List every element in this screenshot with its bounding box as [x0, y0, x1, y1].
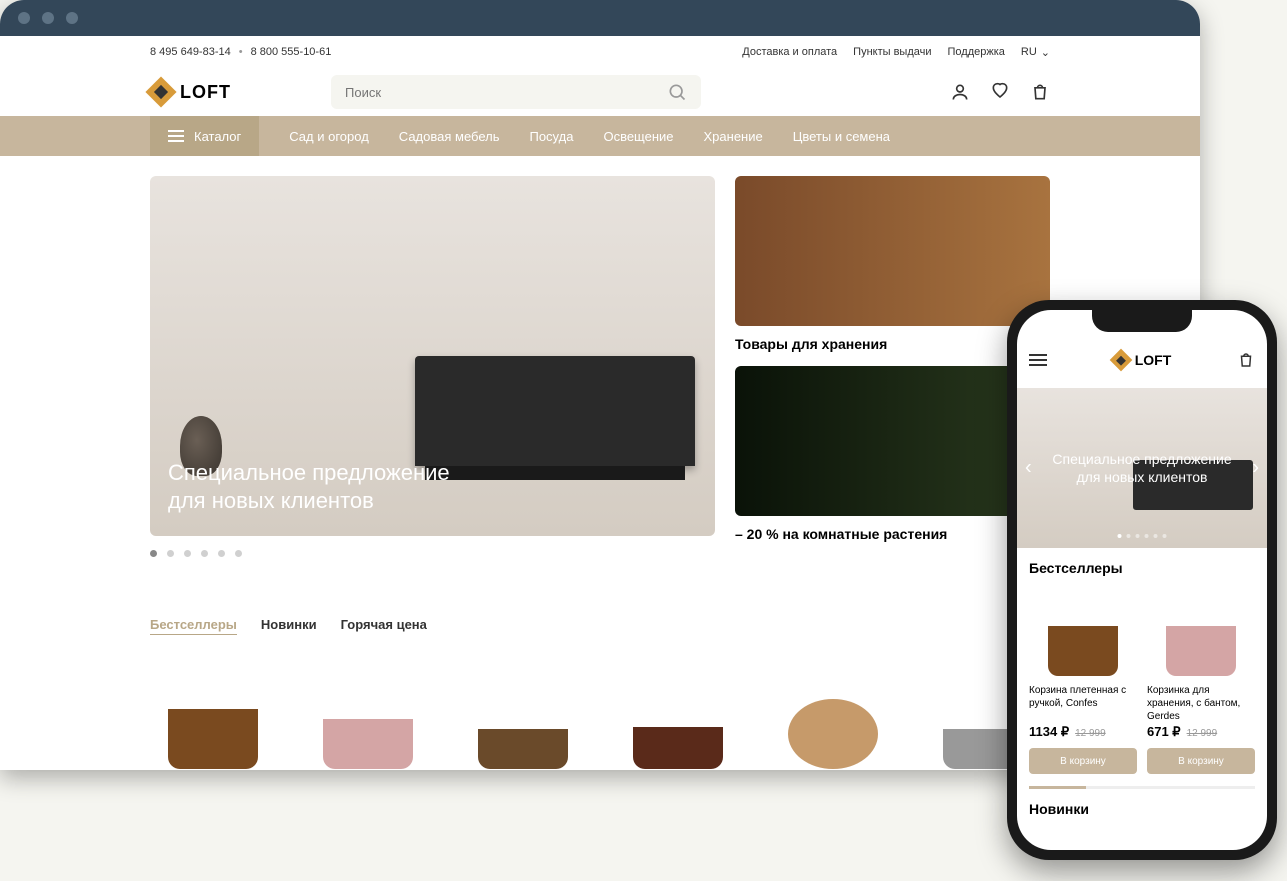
catalog-label: Каталог [194, 129, 241, 144]
logo-icon [1109, 349, 1132, 372]
hero-dot[interactable] [184, 550, 191, 557]
search-input[interactable] [345, 85, 667, 100]
mobile-cart-icon[interactable] [1237, 351, 1255, 369]
hero-dot[interactable] [150, 550, 157, 557]
mobile-section-title: Бестселлеры [1029, 560, 1255, 576]
hero-pagination [150, 550, 715, 557]
product-card[interactable] [460, 659, 585, 769]
search-icon[interactable] [667, 82, 687, 102]
hero-dot[interactable] [218, 550, 225, 557]
product-card[interactable] [770, 659, 895, 769]
hero-dot[interactable] [1136, 534, 1140, 538]
user-icon[interactable] [950, 82, 970, 102]
mobile-logo[interactable]: LOFT [1113, 352, 1172, 368]
brand-name: LOFT [1135, 352, 1172, 368]
cart-icon[interactable] [1030, 82, 1050, 102]
catalog-button[interactable]: Каталог [150, 116, 259, 156]
hero-dot[interactable] [1154, 534, 1158, 538]
promo-title: Товары для хранения [735, 336, 1050, 352]
logo-icon [145, 76, 176, 107]
nav-lighting[interactable]: Освещение [603, 129, 673, 144]
product-old-price: 12 999 [1075, 728, 1106, 739]
hero-dot[interactable] [1145, 534, 1149, 538]
nav-furniture[interactable]: Садовая мебель [399, 129, 500, 144]
hero-dot[interactable] [235, 550, 242, 557]
tab-hot-price[interactable]: Горячая цена [341, 617, 427, 635]
hero-banner[interactable]: Специальное предложение для новых клиент… [150, 176, 715, 536]
hero-dot[interactable] [201, 550, 208, 557]
hero-next-arrow[interactable]: › [1252, 457, 1259, 480]
mobile-menu-icon[interactable] [1029, 354, 1047, 366]
mobile-section-title-2: Новинки [1029, 801, 1255, 817]
window-minimize-dot[interactable] [42, 12, 54, 24]
promo-card-storage[interactable]: Товары для хранения [735, 176, 1050, 352]
tab-new[interactable]: Новинки [261, 617, 317, 635]
product-old-price: 12 999 [1187, 728, 1218, 739]
mobile-product-card[interactable]: Корзинка для хранения, с бантом, Gerdes … [1147, 586, 1255, 774]
heart-icon[interactable] [990, 82, 1010, 102]
window-close-dot[interactable] [18, 12, 30, 24]
support-link[interactable]: Поддержка [948, 46, 1005, 58]
chevron-down-icon: ⌄ [1041, 46, 1050, 59]
phone-mockup: LOFT ‹ Специальное предложение для новых… [1007, 300, 1277, 860]
hero-dot[interactable] [1118, 534, 1122, 538]
hamburger-icon [168, 130, 184, 142]
promo-image [735, 176, 1050, 326]
product-card[interactable] [150, 659, 275, 769]
mobile-hero[interactable]: ‹ Специальное предложение для новых клие… [1017, 388, 1267, 548]
language-selector[interactable]: RU ⌄ [1021, 46, 1050, 59]
mobile-hero-text: Специальное предложение для новых клиент… [1052, 450, 1231, 486]
brand-logo[interactable]: LOFT [150, 81, 231, 103]
hero-text: Специальное предложение для новых клиент… [168, 459, 450, 516]
nav-storage[interactable]: Хранение [704, 129, 763, 144]
browser-titlebar [0, 0, 1200, 36]
nav-garden[interactable]: Сад и огород [289, 129, 369, 144]
hero-dot[interactable] [167, 550, 174, 557]
mobile-product-card[interactable]: Корзина плетенная с ручкой, Confes 1134 … [1029, 586, 1137, 774]
product-name: Корзинка для хранения, с бантом, Gerdes [1147, 684, 1255, 718]
window-maximize-dot[interactable] [66, 12, 78, 24]
delivery-link[interactable]: Доставка и оплата [742, 46, 837, 58]
product-card[interactable] [305, 659, 430, 769]
phone-link-2[interactable]: 8 800 555-10-61 [251, 46, 332, 58]
phone-notch [1092, 310, 1192, 332]
promo-title: – 20 % на комнатные растения [735, 526, 1050, 542]
search-bar[interactable] [331, 75, 701, 109]
brand-name: LOFT [180, 82, 231, 103]
add-to-cart-button[interactable]: В корзину [1147, 748, 1255, 774]
phone-link-1[interactable]: 8 495 649-83-14 [150, 46, 231, 58]
promo-card-plants[interactable]: – 20 % на комнатные растения [735, 366, 1050, 542]
promo-image [735, 366, 1050, 516]
hero-dot[interactable] [1127, 534, 1131, 538]
product-name: Корзина плетенная с ручкой, Confes [1029, 684, 1137, 718]
product-card[interactable] [615, 659, 740, 769]
pickup-link[interactable]: Пункты выдачи [853, 46, 931, 58]
tab-bestsellers[interactable]: Бестселлеры [150, 617, 237, 635]
add-to-cart-button[interactable]: В корзину [1029, 748, 1137, 774]
nav-flowers[interactable]: Цветы и семена [793, 129, 890, 144]
hero-prev-arrow[interactable]: ‹ [1025, 457, 1032, 480]
separator: • [239, 46, 243, 58]
product-price: 671 ₽ [1147, 724, 1181, 740]
hero-sofa-decor [415, 356, 695, 466]
nav-dishes[interactable]: Посуда [529, 129, 573, 144]
hero-dot[interactable] [1163, 534, 1167, 538]
product-price: 1134 ₽ [1029, 724, 1069, 740]
mobile-hero-pagination [1118, 534, 1167, 538]
lang-label: RU [1021, 46, 1037, 58]
